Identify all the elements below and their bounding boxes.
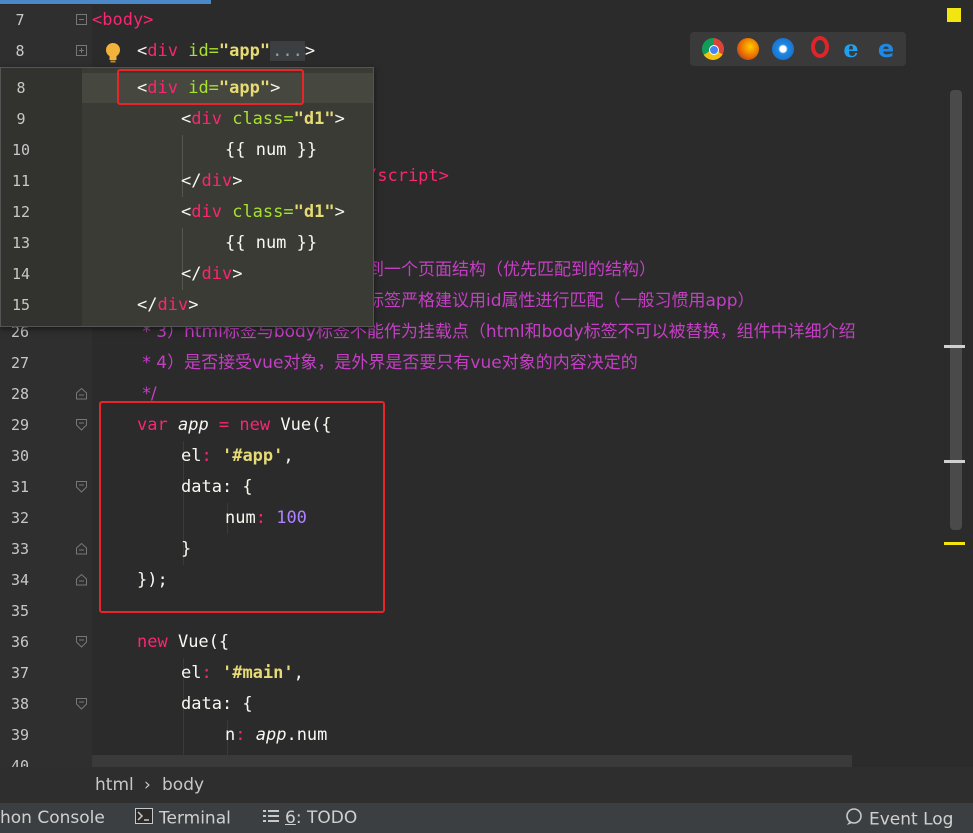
line-number: 15 [1,290,41,321]
event-log-label: Event Log [869,810,953,830]
breadcrumb-html[interactable]: html [95,775,134,795]
code-line-8: <div id="app"...> [137,36,315,67]
line-number: 39 [0,720,40,751]
safari-icon[interactable] [772,38,794,60]
line-number: 11 [1,166,41,197]
fold-start-icon[interactable] [76,636,87,648]
event-log-icon [845,808,863,831]
breadcrumb-body[interactable]: body [162,775,204,795]
code-line-38: data: { [181,689,253,720]
code-line-partial: /script> [367,161,449,192]
folded-region[interactable]: ... [270,41,305,61]
line-number: 35 [0,596,40,627]
fold-end-icon[interactable] [76,543,87,555]
line-number: 27 [0,348,40,379]
popup-line-13: {{ num }} [225,228,317,259]
line-number: 33 [0,534,40,565]
line-number: 37 [0,658,40,689]
ie-icon[interactable]: e [840,38,862,60]
comment-line-4: * 4）是否接受vue对象，是外界是否要只有vue对象的内容决定的 [137,348,638,379]
code-line-37: el: '#main', [181,658,304,689]
todo-tab[interactable]: 6: TODO [263,808,357,828]
line-number: 10 [1,135,41,166]
vertical-scrollbar[interactable] [950,90,962,530]
todo-shortcut-number: 6 [285,808,296,828]
breadcrumb: html › body [0,767,973,803]
body-tag: <body> [92,10,153,30]
popup-gutter: 8 9 10 11 12 13 14 15 [1,68,82,326]
browser-preview-bar: e e [690,32,906,66]
line-number: 40 [0,751,40,767]
scroll-mark-current [944,542,965,545]
fold-end-icon[interactable] [76,388,87,400]
edge-icon[interactable]: e [875,38,897,60]
line-number: 38 [0,689,40,720]
lightbulb-icon[interactable] [104,42,122,64]
fold-expand-icon[interactable] [76,45,87,57]
line-number: 7 [0,5,40,36]
fold-start-icon[interactable] [76,419,87,431]
comment-line-1: 到一个页面结构（优先匹配到的结构） [367,255,656,286]
horizontal-scrollbar[interactable] [92,755,852,767]
fold-end-icon[interactable] [76,574,87,586]
popup-line-10: {{ num }} [225,135,317,166]
code-line-7: <body> [92,5,153,36]
event-log-tab[interactable]: Event Log [845,808,953,831]
fold-start-icon[interactable] [76,698,87,710]
line-number: 9 [1,104,41,135]
terminal-icon [135,808,153,829]
comment-line-2: 标签严格建议用id属性进行匹配（一般习惯用app） [367,286,755,317]
line-number: 34 [0,565,40,596]
line-number: 14 [1,259,41,290]
scroll-mark [944,345,965,348]
line-number: 8 [0,36,40,67]
line-number: 28 [0,379,40,410]
active-tab-indicator [0,0,211,4]
line-number: 29 [0,410,40,441]
line-number: 31 [0,472,40,503]
tool-window-bar: hon Console Terminal 6: TODO Event Log [0,803,973,833]
chrome-icon[interactable] [702,38,724,60]
line-number: 8 [1,73,41,104]
python-console-tab[interactable]: hon Console [0,808,105,828]
fold-collapse-icon[interactable] [76,14,87,26]
folded-code-preview-popup: 8 9 10 11 12 13 14 15 <div id="app"> <di… [0,67,374,327]
highlight-box-vue-instance [99,401,385,613]
warning-marker[interactable] [947,8,961,22]
scroll-mark [944,460,965,463]
popup-line-12: <div class="d1"> [181,197,345,228]
popup-line-9: <div class="d1"> [181,104,345,135]
popup-line-11: </div> [181,166,242,197]
terminal-label: Terminal [159,809,231,829]
opera-icon[interactable] [811,36,829,58]
fold-start-icon[interactable] [76,481,87,493]
code-line-39: n: app.num [225,720,327,751]
todo-label: : TODO [296,808,357,828]
line-number: 30 [0,441,40,472]
line-number: 13 [1,228,41,259]
terminal-tab[interactable]: Terminal [135,808,231,829]
firefox-icon[interactable] [737,38,759,60]
list-icon [263,808,279,828]
line-number: 36 [0,627,40,658]
line-number: 32 [0,503,40,534]
line-number: 12 [1,197,41,228]
breadcrumb-separator: › [144,775,151,795]
highlight-box-app-div [117,69,304,105]
popup-line-14: </div> [181,259,242,290]
popup-line-15: </div> [137,290,198,321]
code-line-36: new Vue({ [137,627,229,658]
